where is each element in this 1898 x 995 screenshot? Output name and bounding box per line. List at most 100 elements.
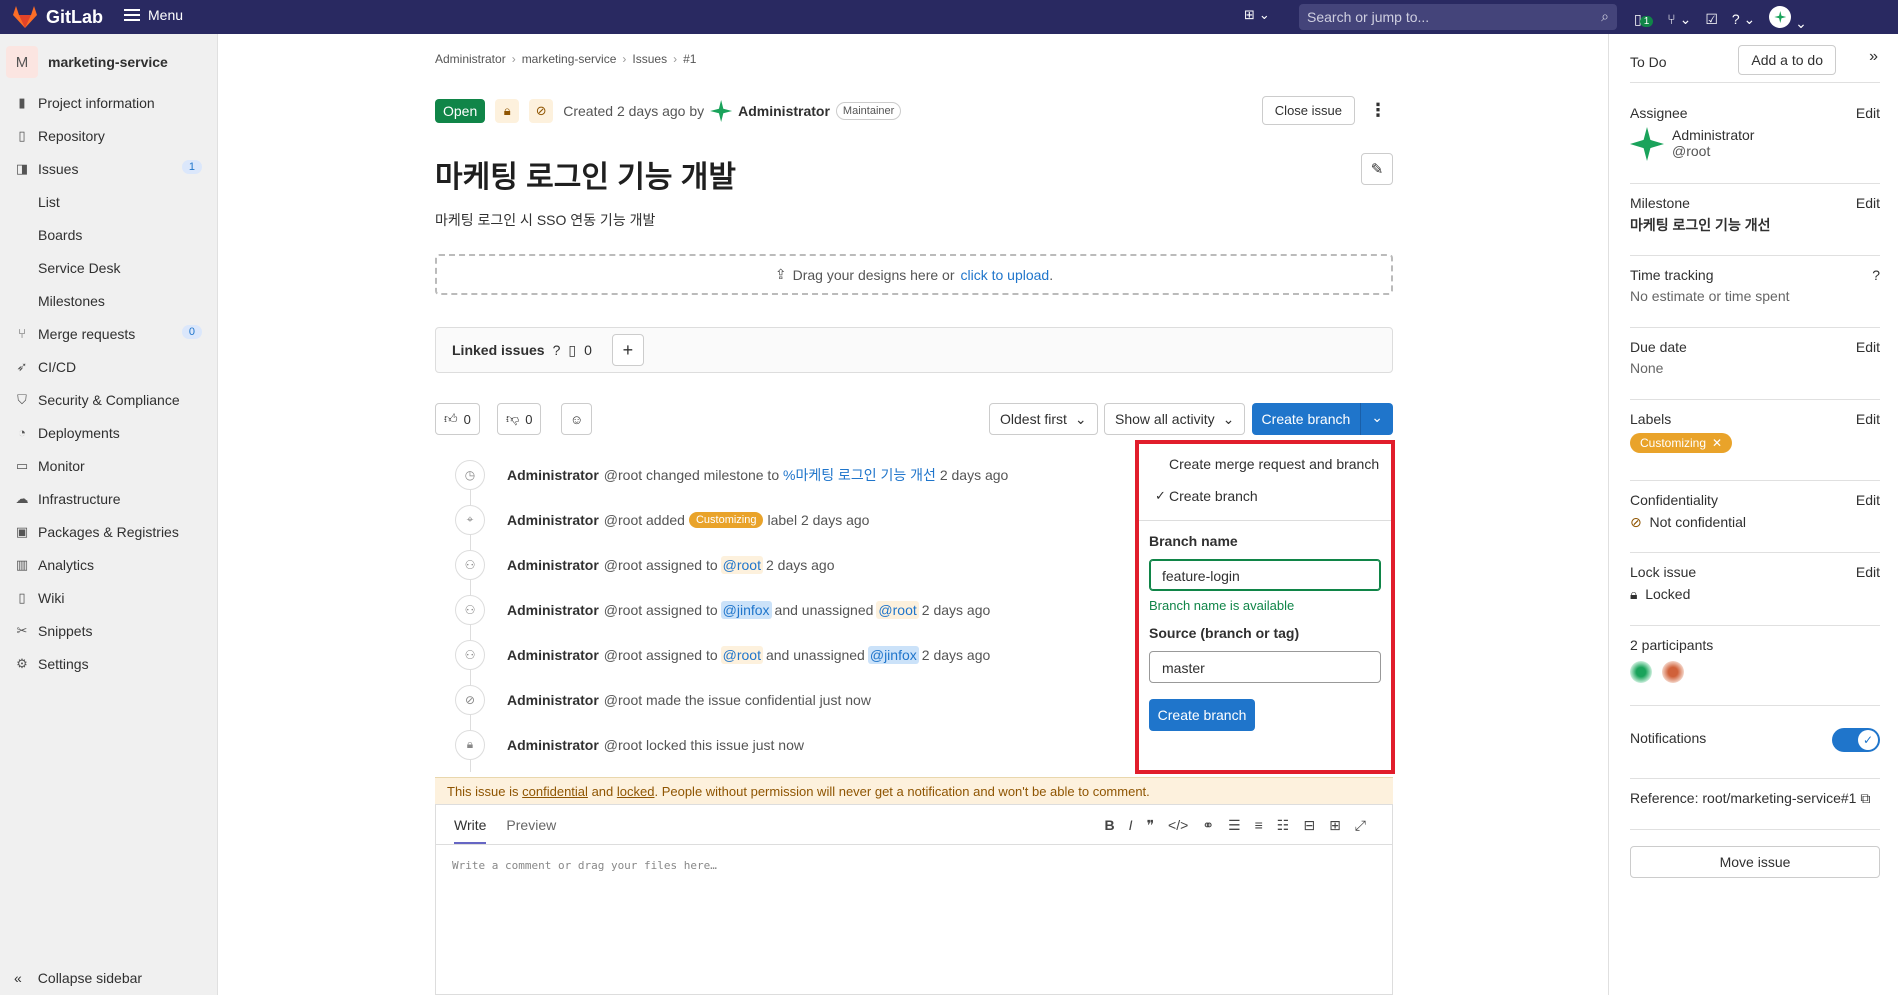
option-create-branch[interactable]: ✓ Create branch (1139, 480, 1391, 512)
note-author[interactable]: Administrator (507, 692, 599, 708)
table-icon[interactable]: ⊞ (1329, 817, 1341, 834)
kebab-menu-icon[interactable]: ⋮ (1369, 100, 1387, 121)
task-list-icon[interactable]: ☷ (1277, 817, 1290, 834)
mention[interactable]: @jinfox (720, 600, 772, 619)
issues-shortcut[interactable]: ▯ 1 (1634, 11, 1654, 28)
sidebar-item-issues[interactable]: ◨ Issues 1 (0, 152, 218, 185)
tab-preview[interactable]: Preview (506, 817, 556, 844)
edit-lock[interactable]: Edit (1856, 564, 1880, 580)
comment-textarea[interactable]: Write a comment or drag your files here… (436, 845, 1392, 886)
add-reaction-button[interactable]: ☺ (561, 403, 593, 435)
help-icon[interactable]: ? ⌄ (1732, 11, 1755, 28)
chevron-down-icon[interactable]: ⌄ (1361, 403, 1393, 435)
merge-request-icon[interactable]: ⑂ ⌄ (1667, 11, 1691, 28)
collapse-right-sidebar-icon[interactable]: » (1869, 48, 1878, 66)
sidebar-item-repository[interactable]: ▯ Repository (0, 119, 218, 152)
edit-confidentiality[interactable]: Edit (1856, 492, 1880, 508)
activity-filter-dropdown[interactable]: Show all activity ⌄ (1104, 403, 1246, 435)
project-header[interactable]: M marketing-service (6, 46, 168, 78)
sidebar-sub-list[interactable]: List (0, 185, 218, 218)
italic-icon[interactable]: I (1129, 817, 1133, 834)
fullscreen-icon[interactable]: ⤢ (1355, 817, 1366, 834)
thumbs-up-button[interactable]: 👍︎ 0 (435, 403, 480, 435)
label-chip[interactable]: Customizing ✕ (1630, 433, 1733, 453)
sidebar-item-analytics[interactable]: ▥ Analytics (0, 548, 218, 581)
participant-avatar[interactable] (1630, 661, 1652, 683)
edit-assignee[interactable]: Edit (1856, 105, 1880, 121)
edit-due-date[interactable]: Edit (1856, 339, 1880, 355)
note-author[interactable]: Administrator (507, 602, 599, 618)
mention[interactable]: @root (720, 645, 763, 664)
copy-icon[interactable]: ⧉ (1860, 790, 1870, 806)
menu-button[interactable]: Menu (124, 7, 183, 23)
collapsible-icon[interactable]: ⊟ (1303, 817, 1315, 834)
sidebar-item-monitor[interactable]: ▭ Monitor (0, 449, 218, 482)
search-input[interactable]: Search or jump to... ⌕ (1299, 4, 1617, 30)
crumb-issue[interactable]: #1 (683, 52, 696, 66)
note-author[interactable]: Administrator (507, 557, 599, 573)
sidebar-item-snippets[interactable]: ✂ Snippets (0, 614, 218, 647)
sidebar-item-settings[interactable]: ⚙ Settings (0, 647, 218, 680)
sort-dropdown[interactable]: Oldest first ⌄ (989, 403, 1098, 435)
close-issue-button[interactable]: Close issue (1261, 96, 1355, 125)
upload-link[interactable]: click to upload (961, 267, 1050, 283)
sidebar-item-security[interactable]: ⛉ Security & Compliance (0, 383, 218, 416)
create-branch-button[interactable]: Create branch (1252, 403, 1362, 435)
branch-name-input[interactable]: feature-login (1149, 559, 1381, 591)
note-author[interactable]: Administrator (507, 512, 599, 528)
link-icon[interactable]: ⚭ (1202, 817, 1214, 834)
close-icon[interactable]: ✕ (1712, 436, 1722, 450)
participant-avatar[interactable] (1662, 661, 1684, 683)
user-menu[interactable]: ⌄ (1769, 6, 1807, 32)
sidebar-item-merge-requests[interactable]: ⑂ Merge requests 0 (0, 317, 218, 350)
sidebar-item-packages[interactable]: ▣ Packages & Registries (0, 515, 218, 548)
mention[interactable]: @root (720, 555, 763, 574)
edit-labels[interactable]: Edit (1856, 411, 1880, 427)
confidential-link[interactable]: confidential (522, 784, 588, 799)
help-circle-icon[interactable]: ? (1872, 267, 1880, 283)
sidebar-sub-service-desk[interactable]: Service Desk (0, 251, 218, 284)
move-issue-button[interactable]: Move issue (1630, 846, 1880, 878)
mention[interactable]: @root (876, 600, 919, 619)
locked-link[interactable]: locked (617, 784, 655, 799)
milestone-link[interactable]: %마케팅 로그인 기능 개선 (783, 465, 936, 485)
code-icon[interactable]: </> (1168, 817, 1188, 834)
option-create-mr-and-branch[interactable]: Create merge request and branch (1139, 448, 1391, 480)
collapse-sidebar-button[interactable]: « Collapse sidebar (14, 970, 142, 986)
tab-write[interactable]: Write (454, 817, 487, 844)
note-author[interactable]: Administrator (507, 647, 599, 663)
sidebar-item-cicd[interactable]: ➶ CI/CD (0, 350, 218, 383)
milestone-value[interactable]: 마케팅 로그인 기능 개선 (1630, 215, 1880, 235)
design-dropzone[interactable]: ⇪ Drag your designs here or click to uploa… (435, 254, 1393, 295)
question-icon[interactable]: ? (553, 342, 561, 358)
note-author[interactable]: Administrator (507, 467, 599, 483)
sidebar-sub-milestones[interactable]: Milestones (0, 284, 218, 317)
notifications-toggle[interactable] (1832, 728, 1880, 752)
source-input[interactable]: master (1149, 651, 1381, 683)
thumbs-down-button[interactable]: 👎︎ 0 (497, 403, 542, 435)
edit-title-button[interactable]: ✎ (1361, 153, 1393, 185)
sidebar-item-wiki[interactable]: ▯ Wiki (0, 581, 218, 614)
crumb-admin[interactable]: Administrator (435, 52, 506, 66)
numbered-list-icon[interactable]: ≡ (1255, 817, 1263, 834)
assignee-info[interactable]: Administrator @root (1630, 127, 1880, 161)
add-linked-issue-button[interactable]: + (611, 334, 644, 366)
quote-icon[interactable]: ❞ (1147, 817, 1155, 834)
crumb-issues[interactable]: Issues (632, 52, 667, 66)
submit-create-branch-button[interactable]: Create branch (1149, 699, 1255, 731)
gitlab-logo[interactable]: GitLab (12, 5, 103, 29)
sidebar-item-infrastructure[interactable]: ☁ Infrastructure (0, 482, 218, 515)
author-link[interactable]: Administrator (738, 103, 830, 119)
label-chip[interactable]: Customizing (688, 511, 764, 528)
add-todo-button[interactable]: Add a to do (1738, 45, 1836, 75)
sidebar-item-deployments[interactable]: ◔ Deployments (0, 416, 218, 449)
todo-icon[interactable]: ☑ (1705, 11, 1718, 28)
mention[interactable]: @jinfox (867, 645, 919, 664)
sidebar-item-project-information[interactable]: ▮ Project information (0, 86, 218, 119)
new-dropdown-button[interactable]: ⊞ ⌄ (1244, 7, 1270, 23)
edit-milestone[interactable]: Edit (1856, 195, 1880, 211)
bold-icon[interactable]: B (1104, 817, 1114, 834)
bullet-list-icon[interactable]: ☰ (1228, 817, 1241, 834)
note-author[interactable]: Administrator (507, 737, 599, 753)
sidebar-sub-boards[interactable]: Boards (0, 218, 218, 251)
